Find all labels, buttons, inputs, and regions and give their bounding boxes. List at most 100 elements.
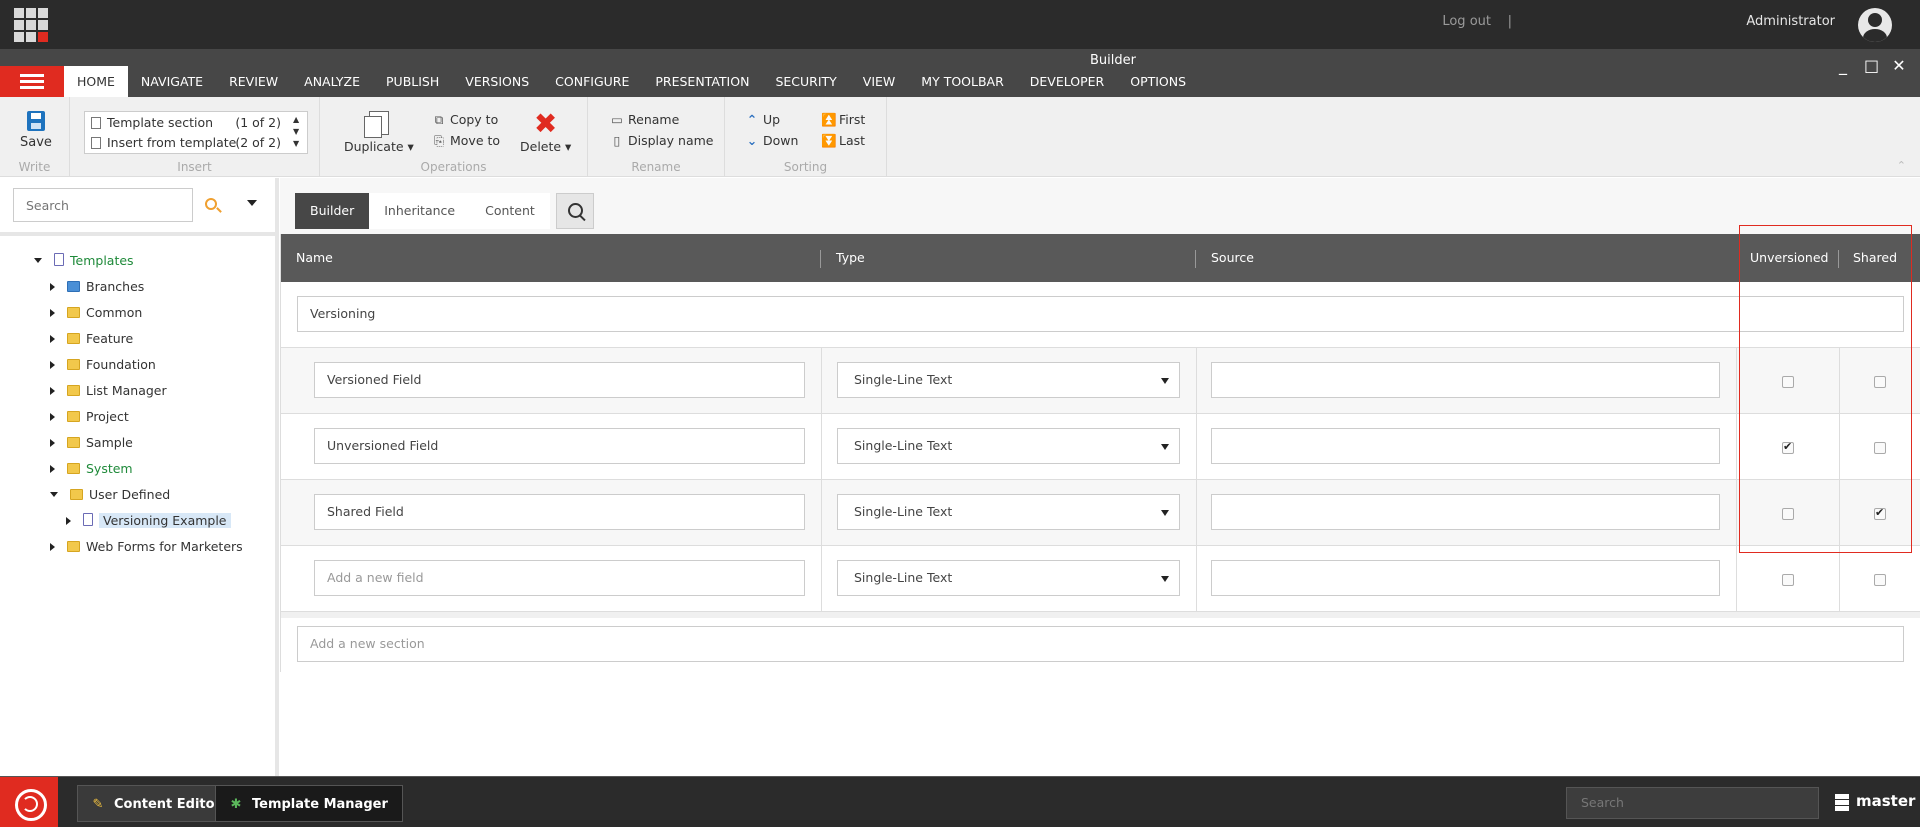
tab-home[interactable]: HOME (64, 66, 128, 97)
taskbar-search-input[interactable]: Search (1566, 787, 1819, 819)
content-tree-panel: Templates Branches Common Feature Foundation… (0, 178, 279, 776)
field-source-input[interactable] (1211, 494, 1720, 530)
search-icon[interactable] (205, 198, 217, 210)
field-type-select[interactable]: Single-Line Text (837, 362, 1180, 398)
folder-icon (67, 359, 80, 370)
collapsed-arrow-icon[interactable] (50, 387, 55, 395)
field-name-input[interactable]: Unversioned Field (314, 428, 805, 464)
tab-versions[interactable]: VERSIONS (452, 66, 542, 97)
folder-icon (67, 307, 80, 318)
collapsed-arrow-icon[interactable] (50, 413, 55, 421)
tab-options[interactable]: OPTIONS (1117, 66, 1199, 97)
insert-option-template-section[interactable]: Template section (1 of 2) (91, 114, 281, 132)
operations-group: Duplicate ▾ ⧉ Copy to ⎘ Move to ✖ Delete ▾… (320, 97, 588, 177)
field-type-select[interactable]: Single-Line Text (837, 494, 1180, 530)
copy-to-button[interactable]: ⧉ Copy to (432, 112, 499, 128)
tab-publish[interactable]: PUBLISH (373, 66, 452, 97)
add-field-input[interactable]: Add a new field (314, 560, 805, 596)
collapsed-arrow-icon[interactable] (50, 309, 55, 317)
collapsed-arrow-icon[interactable] (50, 335, 55, 343)
sort-up-button[interactable]: ⌃ Up (745, 112, 780, 127)
insert-scroll-arrows[interactable]: ▲ ▼ ▼ (293, 114, 303, 150)
minimize-icon[interactable]: _ (1836, 58, 1850, 74)
tab-my-toolbar[interactable]: MY TOOLBAR (908, 66, 1016, 97)
tab-navigate[interactable]: NAVIGATE (128, 66, 216, 97)
tree-item-project[interactable]: Project (50, 406, 129, 428)
field-source-input[interactable] (1211, 560, 1720, 596)
move-icon: ⎘ (433, 133, 444, 148)
tree-item-web-forms-for-marketers[interactable]: Web Forms for Marketers (50, 536, 243, 558)
duplicate-button[interactable]: Duplicate ▾ (344, 111, 414, 154)
tree-search-input[interactable] (13, 188, 193, 222)
sort-first-button[interactable]: ⏫ First (821, 112, 865, 128)
move-to-button[interactable]: ⎘ Move to (432, 133, 500, 149)
maximize-icon[interactable]: □ (1864, 58, 1879, 74)
user-name[interactable]: Administrator (1746, 14, 1835, 29)
tab-developer[interactable]: DEVELOPER (1017, 66, 1117, 97)
sort-down-button[interactable]: ⌄ Down (745, 133, 799, 148)
field-type-select[interactable]: Single-Line Text (837, 428, 1180, 464)
tab-builder[interactable]: Builder (295, 193, 370, 229)
expanded-arrow-icon[interactable] (50, 492, 58, 497)
section-name-input[interactable]: Versioning (297, 296, 1904, 332)
group-label-operations: Operations (420, 160, 487, 174)
database-name[interactable]: master (1856, 792, 1915, 810)
tree-item-system[interactable]: System (50, 458, 133, 480)
shared-checkbox[interactable] (1874, 574, 1886, 586)
tab-analyze[interactable]: ANALYZE (291, 66, 373, 97)
tree-item-sample[interactable]: Sample (50, 432, 133, 454)
tab-inheritance[interactable]: Inheritance (369, 193, 471, 229)
field-source-input[interactable] (1211, 428, 1720, 464)
close-icon[interactable]: ✕ (1892, 58, 1906, 74)
collapsed-arrow-icon[interactable] (50, 543, 55, 551)
collapsed-arrow-icon[interactable] (50, 361, 55, 369)
sitecore-logo-icon[interactable] (0, 777, 58, 827)
unversioned-checkbox[interactable] (1782, 574, 1794, 586)
tree-item-templates[interactable]: Templates (34, 250, 134, 272)
folder-icon (67, 437, 80, 448)
tab-security[interactable]: SECURITY (762, 66, 849, 97)
tab-review[interactable]: REVIEW (216, 66, 291, 97)
collapsed-arrow-icon[interactable] (66, 517, 71, 525)
sort-last-button[interactable]: ⏬ Last (821, 133, 865, 149)
field-name-input[interactable]: Shared Field (314, 494, 805, 530)
branch-icon (67, 281, 80, 292)
expanded-arrow-icon[interactable] (34, 258, 42, 263)
content-editor-button[interactable]: ✎ Content Editor (77, 785, 236, 822)
hamburger-menu-icon[interactable] (0, 66, 64, 97)
collapsed-arrow-icon[interactable] (50, 439, 55, 447)
tab-presentation[interactable]: PRESENTATION (642, 66, 762, 97)
save-button[interactable]: Save (20, 111, 52, 150)
tree-item-list-manager[interactable]: List Manager (50, 380, 167, 402)
collapse-ribbon-icon[interactable]: ⌃ (1897, 159, 1906, 172)
apps-grid-icon[interactable] (14, 8, 48, 42)
tab-view[interactable]: VIEW (850, 66, 909, 97)
logout-link[interactable]: Log out (1442, 14, 1491, 29)
field-row: Shared Field Single-Line Text (281, 480, 1920, 546)
folder-icon (67, 411, 80, 422)
delete-button[interactable]: ✖ Delete ▾ (520, 110, 571, 155)
tree-item-feature[interactable]: Feature (50, 328, 133, 350)
insert-option-insert-from-template[interactable]: Insert from template (2 of 2) (91, 134, 281, 152)
field-type-select[interactable]: Single-Line Text (837, 560, 1180, 596)
display-name-button[interactable]: ▯ Display name (610, 133, 714, 148)
tree-item-common[interactable]: Common (50, 302, 142, 324)
search-icon[interactable] (555, 193, 594, 229)
tree-item-branches[interactable]: Branches (50, 276, 144, 298)
field-name-input[interactable]: Versioned Field (314, 362, 805, 398)
add-section-input[interactable]: Add a new section (297, 626, 1904, 662)
collapsed-arrow-icon[interactable] (50, 283, 55, 291)
avatar[interactable] (1858, 8, 1892, 42)
top-bar: Log out | Administrator (0, 0, 1920, 49)
template-manager-button[interactable]: ✱ Template Manager (215, 785, 403, 822)
search-options-chevron-down-icon[interactable] (247, 200, 257, 206)
collapsed-arrow-icon[interactable] (50, 465, 55, 473)
rename-button[interactable]: ▭ Rename (610, 112, 679, 127)
tree-item-user-defined[interactable]: User Defined (50, 484, 170, 506)
group-label-write: Write (18, 160, 51, 174)
tab-content[interactable]: Content (470, 193, 550, 229)
tree-item-foundation[interactable]: Foundation (50, 354, 156, 376)
tab-configure[interactable]: CONFIGURE (542, 66, 642, 97)
tree-item-versioning-example[interactable]: Versioning Example (66, 510, 231, 532)
field-source-input[interactable] (1211, 362, 1720, 398)
